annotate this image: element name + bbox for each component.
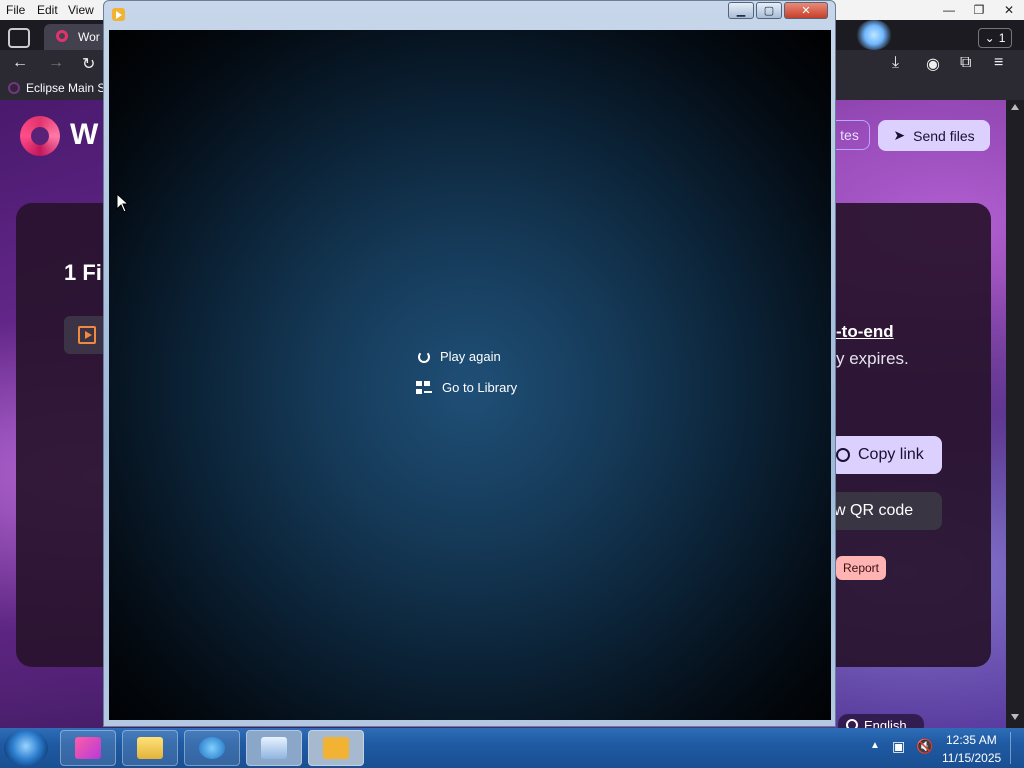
media-player-icon — [323, 737, 349, 759]
network-icon[interactable]: ▣ — [892, 738, 905, 755]
media-player-icon — [112, 8, 125, 21]
tab-list-button[interactable]: ⌄ 1 — [978, 28, 1012, 48]
bookmark-label: Eclipse Main S — [26, 81, 106, 95]
show-desktop-button[interactable] — [1010, 732, 1021, 764]
clock-time[interactable]: 12:35 AM — [946, 733, 997, 747]
decorative-glow — [856, 20, 892, 50]
library-icon — [416, 380, 432, 395]
go-to-library-button[interactable]: Go to Library — [416, 380, 517, 395]
taskbar-control-panel[interactable] — [246, 730, 302, 766]
start-button[interactable] — [4, 730, 48, 766]
back-icon[interactable]: ← — [12, 54, 28, 72]
report-button[interactable]: Report — [836, 556, 886, 580]
menu-edit[interactable]: Edit — [37, 3, 58, 17]
tab-title: Wor — [78, 30, 100, 44]
folder-icon — [137, 737, 163, 759]
video-area[interactable] — [109, 30, 831, 720]
site-favicon-icon — [56, 30, 68, 42]
menu-file[interactable]: File — [6, 3, 25, 17]
expiry-text: y expires. — [836, 349, 909, 368]
site-logo-icon[interactable] — [20, 116, 60, 156]
taskbar-internet-explorer[interactable] — [184, 730, 240, 766]
account-icon[interactable]: ◉ — [926, 54, 940, 74]
send-icon: ➤ — [893, 127, 906, 143]
scroll-up-icon[interactable] — [1011, 104, 1019, 110]
menu-view[interactable]: View — [68, 3, 94, 17]
photo-app-icon — [75, 737, 101, 759]
copy-link-button[interactable]: Copy link — [830, 436, 942, 474]
replay-icon — [418, 350, 430, 363]
encryption-link[interactable]: -to-end — [836, 322, 894, 342]
chevron-down-icon: ⌄ — [984, 31, 995, 45]
extensions-icon[interactable]: ⧉ — [960, 54, 971, 72]
taskbar-photo-viewer[interactable] — [60, 730, 116, 766]
browser-icon — [199, 737, 225, 759]
close-icon[interactable]: ✕ — [994, 0, 1024, 20]
file-item[interactable] — [64, 316, 108, 354]
go-to-library-label: Go to Library — [442, 380, 518, 395]
volume-muted-icon[interactable]: 🔇 — [916, 738, 933, 755]
forward-icon[interactable]: → — [48, 54, 64, 72]
download-icon[interactable]: ⤓ — [892, 54, 899, 72]
taskbar-file-explorer[interactable] — [122, 730, 178, 766]
bookmark-icon — [8, 82, 20, 94]
tab-overview-icon[interactable] — [8, 28, 30, 48]
restore-icon[interactable]: ❐ — [964, 0, 994, 20]
page-scrollbar[interactable] — [1006, 100, 1024, 728]
show-hidden-icons[interactable]: ▲ — [870, 740, 880, 751]
bookmark-item[interactable]: Eclipse Main S — [8, 81, 105, 95]
control-panel-icon — [261, 737, 287, 759]
video-file-icon — [78, 326, 96, 344]
mouse-cursor-icon — [116, 193, 130, 213]
reload-icon[interactable]: ↻ — [82, 54, 95, 74]
site-logo-text: W — [70, 118, 99, 151]
files-title: 1 Fi — [64, 260, 102, 285]
player-window-controls: ▁ ▢ ✕ — [728, 2, 828, 19]
send-files-button[interactable]: ➤ Send files — [878, 120, 990, 151]
qr-code-label: w QR code — [834, 502, 914, 519]
notes-button[interactable]: tes — [830, 120, 870, 150]
play-again-button[interactable]: Play again — [418, 349, 501, 364]
taskbar-media-player[interactable] — [308, 730, 364, 766]
copy-link-label: Copy link — [858, 446, 924, 463]
close-icon[interactable]: ✕ — [784, 2, 828, 19]
scroll-down-icon[interactable] — [1011, 714, 1019, 720]
qr-code-button[interactable]: w QR code — [826, 492, 942, 530]
menu-icon[interactable]: ≡ — [994, 54, 1003, 72]
maximize-icon[interactable]: ▢ — [756, 2, 782, 19]
clock-date[interactable]: 11/15/2025 — [942, 751, 1001, 765]
minimize-icon[interactable]: — — [934, 0, 964, 20]
minimize-icon[interactable]: ▁ — [728, 2, 754, 19]
globe-icon — [836, 448, 850, 462]
send-files-label: Send files — [913, 127, 975, 144]
play-again-label: Play again — [440, 349, 501, 364]
tab-count-label: 1 — [998, 31, 1006, 45]
browser-window-controls: — ❐ ✕ — [934, 0, 1024, 20]
